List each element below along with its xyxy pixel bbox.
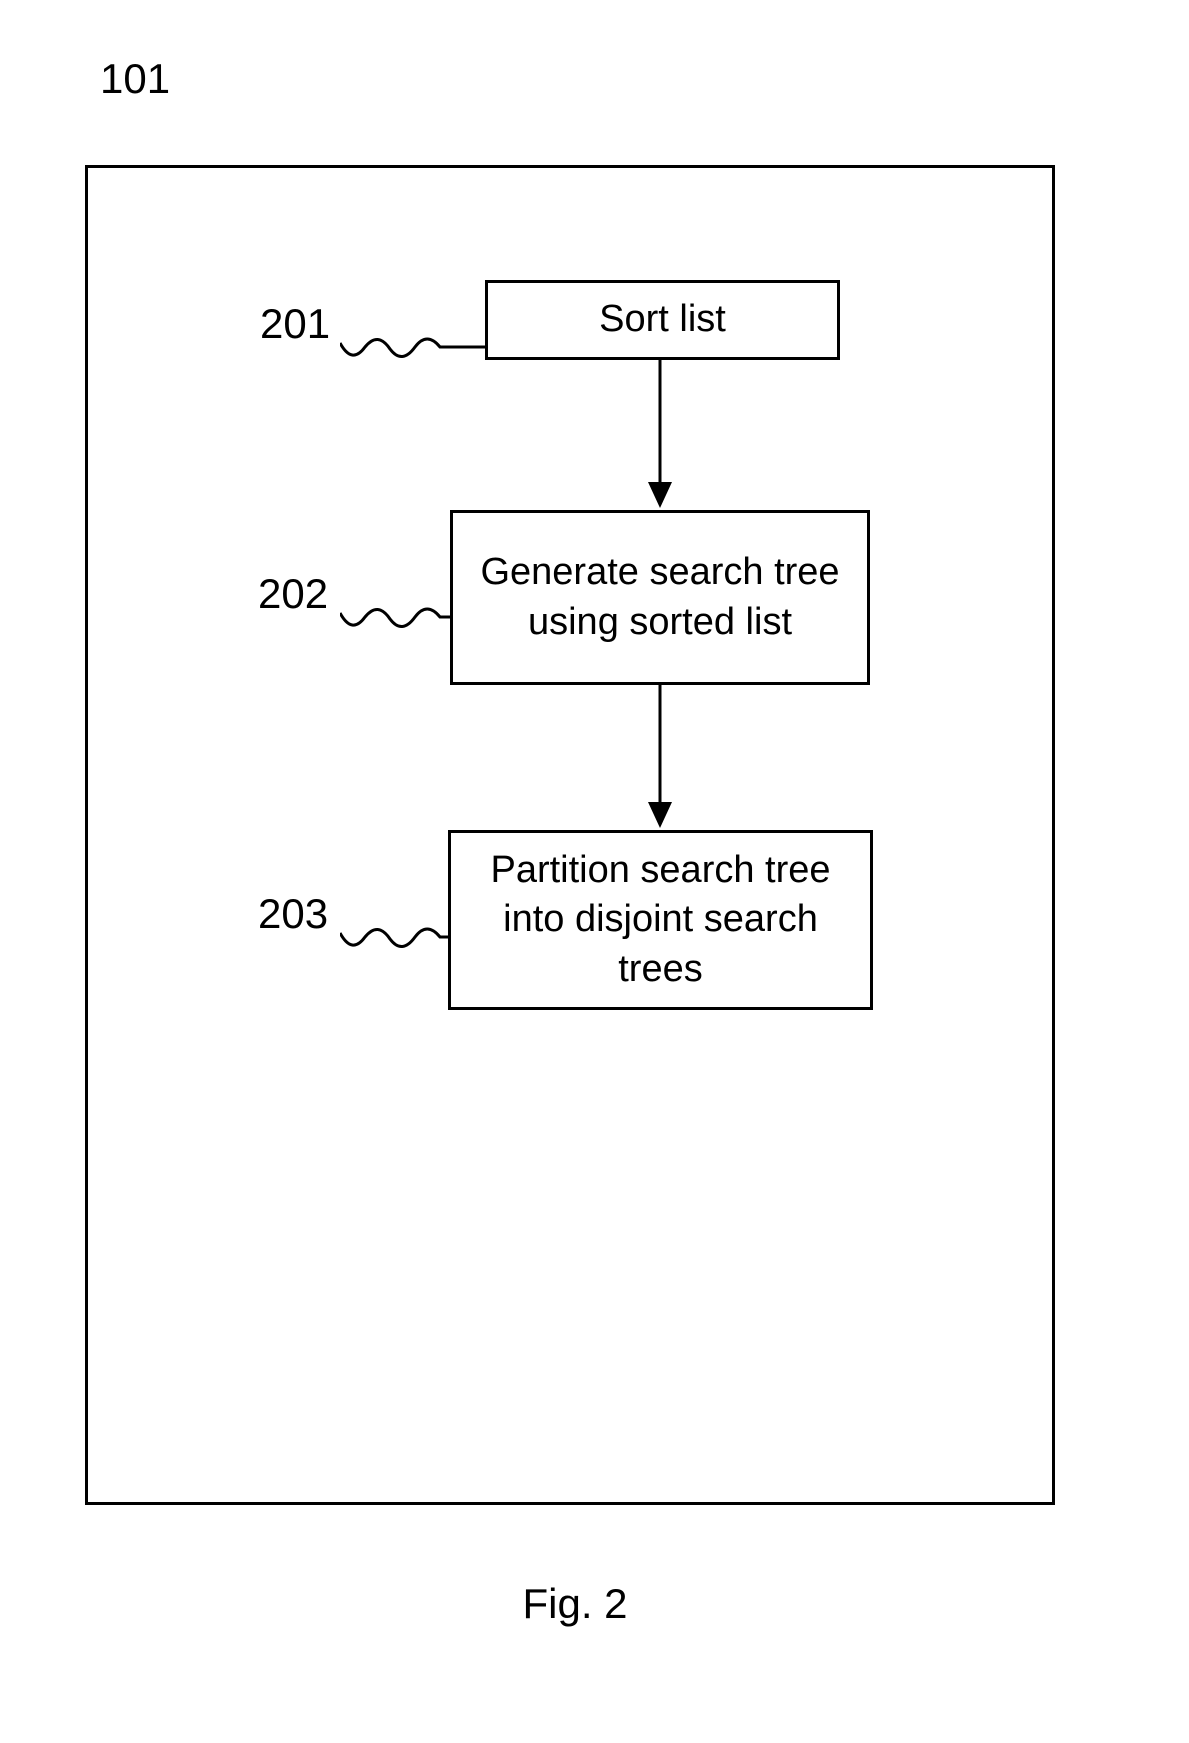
- step-1-ref-label: 201: [260, 300, 330, 348]
- outer-reference-label: 101: [100, 55, 170, 103]
- step-2-ref-label: 202: [258, 570, 328, 618]
- step-2-squiggle-connector: [340, 595, 450, 645]
- step-1-text: Sort list: [599, 295, 726, 344]
- figure-caption: Fig. 2: [510, 1580, 640, 1628]
- arrow-2-to-3: [640, 685, 680, 830]
- step-3-ref-label: 203: [258, 890, 328, 938]
- step-3-text: Partition search tree into disjoint sear…: [471, 846, 850, 994]
- step-3-squiggle-connector: [340, 915, 448, 965]
- step-3-box: Partition search tree into disjoint sear…: [448, 830, 873, 1010]
- step-2-box: Generate search tree using sorted list: [450, 510, 870, 685]
- step-2-text: Generate search tree using sorted list: [473, 548, 847, 647]
- arrow-1-to-2: [640, 360, 680, 510]
- step-1-squiggle-connector: [340, 325, 485, 375]
- step-1-box: Sort list: [485, 280, 840, 360]
